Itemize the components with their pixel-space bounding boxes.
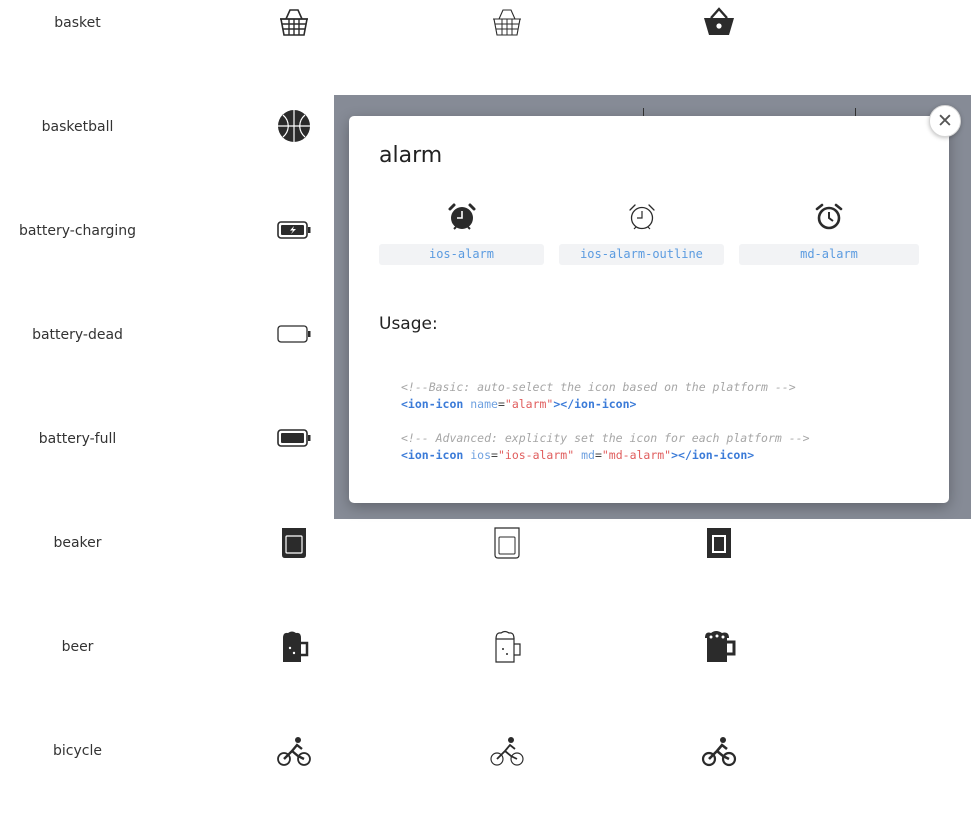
beaker-md-icon[interactable] (701, 524, 737, 560)
backdrop-divider (643, 108, 644, 116)
alarm-filled-icon (447, 202, 477, 232)
code-attr: ios (470, 448, 492, 462)
bicycle-md-icon[interactable] (701, 732, 737, 768)
icon-row-name: basketball (41, 119, 114, 135)
variant-label[interactable]: md-alarm (739, 244, 919, 265)
basketball-ios-icon[interactable] (276, 108, 312, 144)
icon-detail-modal: alarm ios-alarm ios-alarm-outline md-ala… (349, 116, 949, 503)
code-attr: name (470, 397, 498, 411)
icon-row-name: battery-full (38, 431, 117, 447)
icon-row-name: battery-charging (18, 223, 137, 239)
variant-label[interactable]: ios-alarm-outline (559, 244, 724, 265)
code-equals: = (594, 448, 602, 462)
basket-ios-outline-icon[interactable] (489, 4, 525, 40)
variant-label[interactable]: ios-alarm (379, 244, 544, 265)
usage-heading: Usage: (379, 314, 438, 334)
code-tag: ></ion-icon> (671, 448, 755, 462)
beer-ios-icon[interactable] (276, 628, 312, 664)
code-comment: <!--Basic: auto-select the icon based on… (401, 380, 796, 394)
usage-code-block: <!--Basic: auto-select the icon based on… (401, 379, 810, 464)
basket-ios-icon[interactable] (276, 4, 312, 40)
bicycle-ios-icon[interactable] (276, 732, 312, 768)
code-string: "alarm" (504, 397, 554, 411)
code-equals: = (491, 448, 498, 462)
close-button[interactable]: ✕ (929, 105, 961, 137)
icon-row-name: bicycle (53, 743, 102, 759)
beaker-ios-outline-icon[interactable] (489, 524, 525, 560)
icon-row[interactable]: bicycle (0, 729, 971, 833)
icon-row-name: basket (54, 15, 101, 31)
alarm-outline-icon (627, 202, 657, 232)
battery-dead-ios-icon[interactable] (276, 316, 312, 352)
beer-ios-outline-icon[interactable] (489, 628, 525, 664)
battery-full-ios-icon[interactable] (276, 420, 312, 456)
modal-title: alarm (379, 143, 443, 168)
variant-md-alarm[interactable]: md-alarm (739, 202, 919, 265)
beer-md-icon[interactable] (701, 628, 737, 664)
code-attr: md (581, 448, 595, 462)
battery-charging-ios-icon[interactable] (276, 212, 312, 248)
beaker-ios-icon[interactable] (276, 524, 312, 560)
bicycle-ios-outline-icon[interactable] (489, 732, 525, 768)
icon-row[interactable]: basket (0, 1, 971, 105)
backdrop-divider (855, 108, 856, 116)
icon-row-name: beaker (53, 535, 102, 551)
code-equals: = (497, 397, 505, 411)
code-tag: ></ion-icon> (553, 397, 637, 411)
code-string: "ios-alarm" (497, 448, 575, 462)
icon-row[interactable]: beer (0, 625, 971, 729)
code-comment: <!-- Advanced: explicity set the icon fo… (401, 431, 810, 445)
icon-row-name: battery-dead (32, 327, 123, 343)
alarm-md-icon (814, 202, 844, 232)
code-tag: <ion-icon (401, 448, 464, 462)
variant-ios-alarm[interactable]: ios-alarm (379, 202, 544, 265)
icon-row-name: beer (61, 639, 94, 655)
variant-ios-alarm-outline[interactable]: ios-alarm-outline (559, 202, 724, 265)
close-icon: ✕ (937, 109, 953, 132)
code-tag: <ion-icon (401, 397, 464, 411)
icon-row[interactable]: beaker (0, 521, 971, 625)
code-string: "md-alarm" (601, 448, 672, 462)
basket-md-icon[interactable] (701, 4, 737, 40)
